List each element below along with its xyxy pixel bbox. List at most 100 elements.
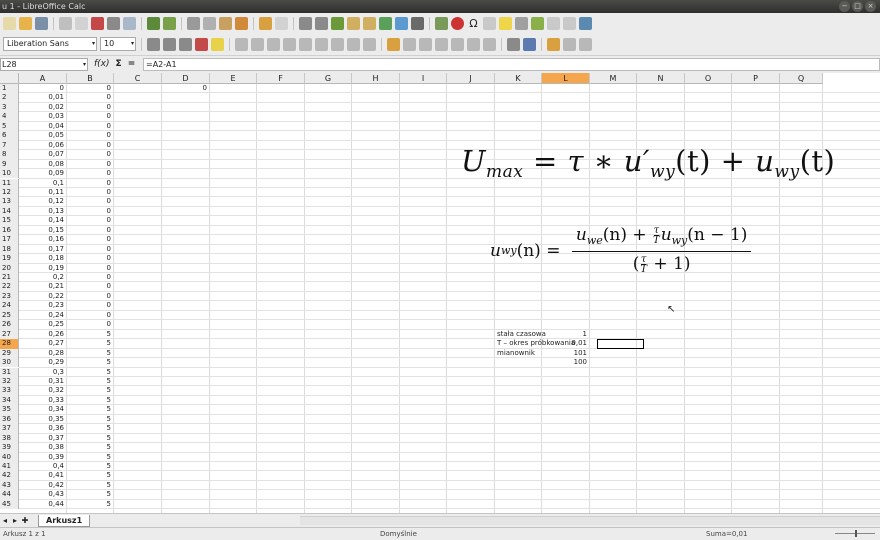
column-header-b[interactable]: B <box>67 73 114 84</box>
sum-display[interactable]: Suma=0,01 <box>706 528 747 540</box>
cell-b[interactable]: 5 <box>67 405 114 414</box>
row-header[interactable]: 2 <box>0 93 19 103</box>
cell-a[interactable]: 0,21 <box>19 282 67 291</box>
equation-umax[interactable]: Umax = τ ∗ u′wy(t) + uwy(t) <box>461 144 835 182</box>
row-header[interactable]: 22 <box>0 282 19 292</box>
align-top-icon[interactable] <box>331 37 344 51</box>
sum-icon[interactable]: Σ <box>116 59 122 69</box>
column-header-a[interactable]: A <box>19 73 67 84</box>
row-header[interactable]: 29 <box>0 348 19 359</box>
cell-b[interactable]: 0 <box>67 197 114 206</box>
cell-a[interactable]: 0,04 <box>19 122 67 131</box>
cell-b[interactable]: 0 <box>67 103 114 112</box>
next-sheet-icon[interactable]: ▸ <box>10 516 20 525</box>
hyperlink-icon[interactable] <box>299 17 312 30</box>
autospellcheck-icon[interactable] <box>163 17 176 30</box>
cell-b[interactable]: 0 <box>67 282 114 291</box>
row-header[interactable]: 44 <box>0 490 19 500</box>
cell-a[interactable]: 0,19 <box>19 264 67 273</box>
open-folder-icon[interactable] <box>19 17 32 30</box>
cell-b[interactable]: 0 <box>67 311 114 320</box>
spreadsheet-grid[interactable]: ABCDEFGHIJKLMNOPQ 1 2 3 4 5 6 7 8 9 10 11 12 13 14 15 1… <box>0 73 880 513</box>
row-header[interactable]: 33 <box>0 386 19 396</box>
row-header[interactable]: 24 <box>0 301 19 311</box>
cell-b[interactable]: 0 <box>67 273 114 282</box>
cell-a[interactable]: 0,16 <box>19 235 67 244</box>
cell-a[interactable]: 0,39 <box>19 453 67 462</box>
print-icon[interactable] <box>107 17 120 30</box>
cell-a[interactable]: 0,4 <box>19 462 67 471</box>
sort-ascending-icon[interactable] <box>347 17 360 30</box>
cell-b[interactable]: 0 <box>67 93 114 102</box>
cell-b[interactable]: 0 <box>67 150 114 159</box>
row-header[interactable]: 34 <box>0 395 19 406</box>
row-header[interactable]: 31 <box>0 367 19 377</box>
cell-a[interactable]: 0,12 <box>19 197 67 206</box>
row-header[interactable]: 37 <box>0 424 19 434</box>
add-sheet-icon[interactable]: ✚ <box>20 516 30 525</box>
row-header[interactable]: 32 <box>0 376 19 387</box>
cell-a[interactable]: 0,13 <box>19 207 67 216</box>
row-header[interactable]: 4 <box>0 112 19 122</box>
print-preview-icon[interactable] <box>123 17 136 30</box>
filter-icon[interactable] <box>411 17 424 30</box>
align-left-icon[interactable] <box>235 37 248 51</box>
row-header[interactable]: 18 <box>0 244 19 255</box>
record-icon[interactable] <box>451 17 464 30</box>
column-header-e[interactable]: E <box>210 73 257 84</box>
row-header[interactable]: 13 <box>0 197 19 207</box>
row-header[interactable]: 38 <box>0 433 19 444</box>
row-header[interactable]: 45 <box>0 499 19 510</box>
cell-b[interactable]: 5 <box>67 339 114 348</box>
decimal-format-icon[interactable] <box>419 37 432 51</box>
export-pdf-icon[interactable] <box>91 17 104 30</box>
cell-a[interactable]: 0,34 <box>19 405 67 414</box>
cell-b[interactable]: 0 <box>67 122 114 131</box>
cell-a[interactable]: 0,03 <box>19 112 67 121</box>
headers-footers-icon[interactable] <box>515 17 528 30</box>
row-header[interactable]: 8 <box>0 150 19 160</box>
row-header[interactable]: 15 <box>0 216 19 226</box>
cell-l[interactable]: 1 <box>542 330 590 339</box>
row-header[interactable]: 25 <box>0 310 19 321</box>
font-name-combo[interactable]: Liberation Sans ▾ <box>3 37 97 51</box>
row-header[interactable]: 41 <box>0 462 19 472</box>
bold-icon[interactable] <box>147 37 160 51</box>
row-header[interactable]: 36 <box>0 414 19 425</box>
cell-b[interactable]: 5 <box>67 453 114 462</box>
column-header-p[interactable]: P <box>732 73 780 84</box>
increase-indent-icon[interactable] <box>467 37 480 51</box>
row-header[interactable]: 17 <box>0 235 19 245</box>
cell-a[interactable]: 0,29 <box>19 358 67 367</box>
close-button[interactable]: × <box>865 1 876 12</box>
cell-a[interactable]: 0,42 <box>19 481 67 490</box>
cell-a[interactable]: 0,41 <box>19 471 67 480</box>
spellcheck-icon[interactable] <box>147 17 160 30</box>
sheet-tab-arkusz1[interactable]: Arkusz1 <box>38 514 91 527</box>
decrease-indent-icon[interactable] <box>483 37 496 51</box>
cell-a[interactable]: 0,23 <box>19 301 67 310</box>
insert-image-icon[interactable] <box>435 17 448 30</box>
new-document-icon[interactable] <box>3 17 16 30</box>
cell-a[interactable]: 0,33 <box>19 396 67 405</box>
define-print-area-icon[interactable] <box>531 17 544 30</box>
row-header[interactable]: 23 <box>0 291 19 302</box>
column-header-l[interactable]: L <box>542 73 590 84</box>
cell-b[interactable]: 0 <box>67 245 114 254</box>
column-header-c[interactable]: C <box>114 73 162 84</box>
cell-b[interactable]: 0 <box>67 179 114 188</box>
cell-a[interactable]: 0,28 <box>19 349 67 358</box>
merge-cells-icon[interactable] <box>315 37 328 51</box>
cell-a[interactable]: 0,22 <box>19 292 67 301</box>
cell-b[interactable]: 5 <box>67 349 114 358</box>
cell-a[interactable]: 0,25 <box>19 320 67 329</box>
cell-b[interactable]: 0 <box>67 131 114 140</box>
cell-b[interactable]: 5 <box>67 500 114 509</box>
cell-a[interactable]: 0,11 <box>19 188 67 197</box>
cell-b[interactable]: 0 <box>67 141 114 150</box>
row-header[interactable]: 3 <box>0 102 19 113</box>
cell-a[interactable]: 0,18 <box>19 254 67 263</box>
align-middle-icon[interactable] <box>347 37 360 51</box>
justify-icon[interactable] <box>283 37 296 51</box>
hyperlink-dialog-icon[interactable] <box>483 17 496 30</box>
